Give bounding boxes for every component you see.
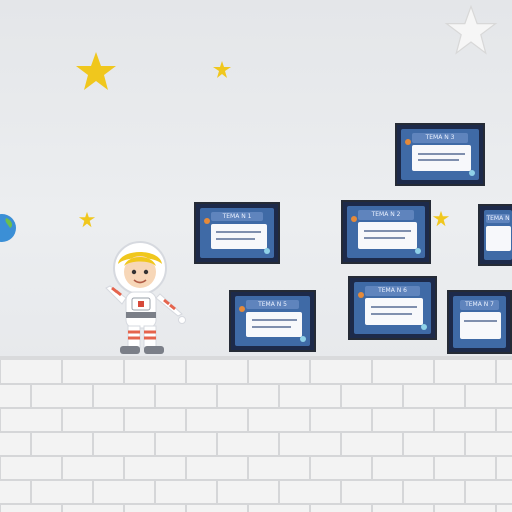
subway-tile-wall — [0, 360, 512, 512]
poster-4: TEMA N 4 — [478, 204, 512, 266]
poster-3: TEMA N 3 — [395, 123, 485, 186]
poster-header: TEMA N 6 — [365, 286, 420, 296]
poster-header: TEMA N 5 — [245, 300, 300, 310]
small-yellow-star-icon — [432, 210, 450, 227]
astronaut-illustration — [105, 241, 186, 354]
poster-5: TEMA N 5 — [229, 290, 316, 352]
poster-1: TEMA N 1 — [194, 202, 280, 264]
earth-planet-icon — [0, 214, 16, 242]
tile-grid — [0, 360, 512, 512]
large-yellow-star-icon — [76, 52, 116, 90]
poster-7: TEMA N 7 — [447, 290, 512, 354]
poster-header: TEMA N 2 — [358, 210, 414, 220]
poster-header: TEMA N 7 — [459, 300, 500, 310]
poster-header: TEMA N 4 — [486, 214, 510, 224]
small-yellow-star-icon — [78, 211, 96, 228]
small-yellow-star-icon — [213, 61, 231, 78]
poster-2: TEMA N 2 — [341, 200, 431, 264]
white-star-icon — [444, 4, 498, 55]
poster-6: TEMA N 6 — [348, 276, 437, 340]
poster-header: TEMA N 3 — [412, 133, 468, 143]
poster-header: TEMA N 1 — [210, 212, 264, 222]
